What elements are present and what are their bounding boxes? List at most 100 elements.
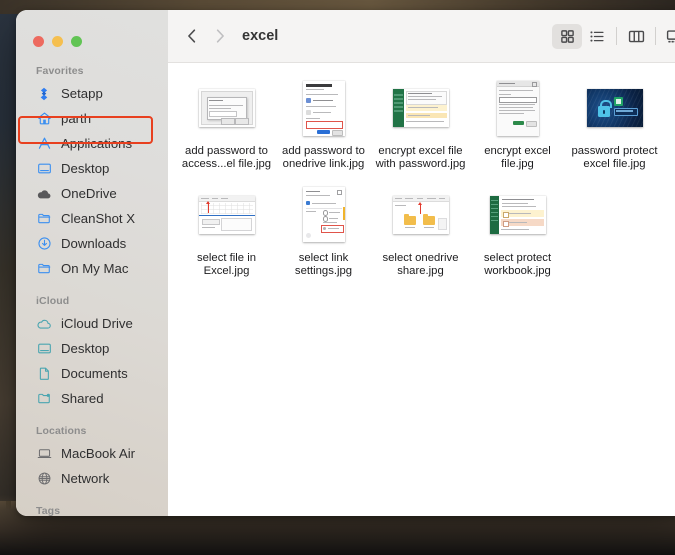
gallery-view-button[interactable] <box>660 24 675 49</box>
select-file-screenshot-thumbnail <box>198 195 255 234</box>
excel-sheet-screenshot-thumbnail <box>392 89 449 127</box>
sidebar-item-shared[interactable]: Shared <box>16 386 168 411</box>
sidebar-item-macbook-air[interactable]: MacBook Air <box>16 441 168 466</box>
file-item[interactable]: select link settings.jpg <box>275 186 372 293</box>
sidebar-item-label: iCloud Drive <box>61 316 133 331</box>
link-settings-screenshot-thumbnail <box>302 80 345 136</box>
file-thumbnail-wrap <box>302 186 345 244</box>
toolbar-separator <box>616 27 617 45</box>
file-thumbnail-wrap <box>302 79 345 137</box>
file-name-label: select onedrive share.jpg <box>382 251 459 278</box>
page-title: excel <box>242 28 279 44</box>
close-button[interactable] <box>33 36 44 47</box>
sidebar-item-label: Desktop <box>61 161 110 176</box>
desktop-icon <box>36 161 52 177</box>
home-icon <box>36 111 52 127</box>
sidebar-section-favorites: Favorites <box>36 65 84 77</box>
file-name-label: select file in Excel.jpg <box>196 251 257 278</box>
sidebar-item-label: MacBook Air <box>61 446 136 461</box>
minimize-button[interactable] <box>52 36 63 47</box>
sidebar-item-cleanshot-x[interactable]: CleanShot X <box>16 206 168 231</box>
sidebar-item-label: OneDrive <box>61 186 117 201</box>
file-item[interactable]: add password to access...el file.jpg <box>178 79 275 186</box>
file-name-label: password protect excel file.jpg <box>571 145 658 171</box>
file-item[interactable]: encrypt excel file.jpg <box>469 79 566 186</box>
shared-folder-icon <box>36 391 52 407</box>
finder-sidebar: Favorites Setapp parth Applications Desk… <box>16 10 168 516</box>
onedrive-folders-screenshot-thumbnail <box>392 195 449 234</box>
setapp-icon <box>36 86 52 102</box>
sidebar-item-icloud-desktop[interactable]: Desktop <box>16 336 168 361</box>
sidebar-item-parth[interactable]: parth <box>16 106 168 131</box>
column-view-button[interactable] <box>621 24 651 49</box>
finder-toolbar: excel <box>168 10 675 63</box>
sidebar-section-tags: Tags <box>36 505 61 516</box>
sidebar-item-label: Documents <box>61 366 128 381</box>
list-view-button[interactable] <box>582 24 612 49</box>
sidebar-item-documents[interactable]: Documents <box>16 361 168 386</box>
onedrive-cloud-icon <box>36 186 52 202</box>
window-controls <box>16 10 168 51</box>
forward-button[interactable] <box>206 22 234 50</box>
maximize-button[interactable] <box>71 36 82 47</box>
view-mode-group <box>552 23 675 49</box>
icon-view-button[interactable] <box>552 23 582 49</box>
folder-icon <box>36 261 52 277</box>
file-icon-grid: add password to access...el file.jpg add… <box>168 63 675 516</box>
applications-icon <box>36 136 52 152</box>
sidebar-section-icloud: iCloud <box>36 295 70 307</box>
file-thumbnail-wrap <box>392 186 449 244</box>
link-settings2-screenshot-thumbnail <box>302 187 345 243</box>
sidebar-item-desktop[interactable]: Desktop <box>16 156 168 181</box>
sidebar-item-network[interactable]: Network <box>16 466 168 491</box>
document-icon <box>36 366 52 382</box>
file-name-label: encrypt excel file with password.jpg <box>375 145 466 171</box>
file-thumbnail-wrap <box>198 186 255 244</box>
file-name-label: encrypt excel file.jpg <box>484 145 551 171</box>
sidebar-item-label: On My Mac <box>61 261 129 276</box>
sidebar-item-label: Downloads <box>61 236 127 251</box>
sidebar-scroll-area: Favorites Setapp parth Applications Desk… <box>16 51 168 516</box>
cloud-icon <box>36 316 52 332</box>
lock-poster-thumbnail <box>586 89 643 127</box>
sidebar-item-label: Setapp <box>61 86 103 101</box>
file-thumbnail-wrap <box>496 79 539 137</box>
wallpaper-texture-lower <box>0 525 675 545</box>
file-item[interactable]: password protect excel file.jpg <box>566 79 663 186</box>
globe-icon <box>36 471 52 487</box>
toolbar-separator <box>655 27 656 45</box>
file-thumbnail-wrap <box>489 186 546 244</box>
downloads-icon <box>36 236 52 252</box>
sidebar-item-applications[interactable]: Applications <box>16 131 168 156</box>
sidebar-item-downloads[interactable]: Downloads <box>16 231 168 256</box>
folder-icon <box>36 211 52 227</box>
file-thumbnail-wrap <box>586 79 643 137</box>
desktop-icon <box>36 341 52 357</box>
sidebar-item-icloud-drive[interactable]: iCloud Drive <box>16 311 168 336</box>
sidebar-item-onedrive[interactable]: OneDrive <box>16 181 168 206</box>
file-name-label: add password to access...el file.jpg <box>181 145 272 171</box>
sidebar-item-label: Desktop <box>61 341 110 356</box>
file-name-label: select link settings.jpg <box>294 251 353 278</box>
file-item[interactable]: add password to onedrive link.jpg <box>275 79 372 186</box>
laptop-icon <box>36 446 52 462</box>
dialog-screenshot-thumbnail <box>198 89 255 127</box>
finder-window: Favorites Setapp parth Applications Desk… <box>16 10 675 516</box>
file-item[interactable]: select protect workbook.jpg <box>469 186 566 293</box>
sidebar-section-locations: Locations <box>36 425 87 437</box>
file-item[interactable]: select onedrive share.jpg <box>372 186 469 293</box>
sidebar-item-on-my-mac[interactable]: On My Mac <box>16 256 168 281</box>
sidebar-item-label: Applications <box>61 136 133 151</box>
sidebar-item-label: Shared <box>61 391 104 406</box>
sidebar-item-label: parth <box>61 111 92 126</box>
sidebar-item-setapp[interactable]: Setapp <box>16 81 168 106</box>
file-thumbnail-wrap <box>392 79 449 137</box>
file-thumbnail-wrap <box>198 79 255 137</box>
back-button[interactable] <box>178 22 206 50</box>
finder-content-pane: excel add password to access...el file.j… <box>168 10 675 516</box>
file-name-label: select protect workbook.jpg <box>483 251 552 278</box>
file-item[interactable]: select file in Excel.jpg <box>178 186 275 293</box>
protect-workbook-screenshot-thumbnail <box>489 195 546 234</box>
sidebar-item-label: Network <box>61 471 110 486</box>
file-item[interactable]: encrypt excel file with password.jpg <box>372 79 469 186</box>
